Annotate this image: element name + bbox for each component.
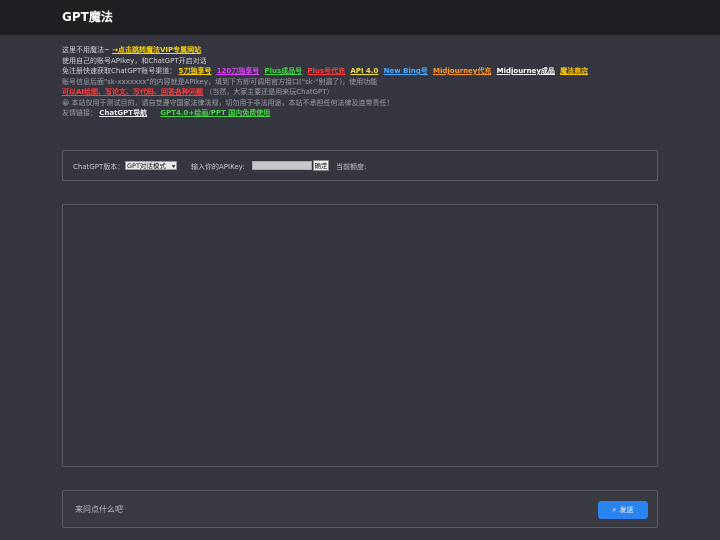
channels-prefix: 免注册快速获取ChatGPT账号渠道： — [62, 67, 177, 75]
channel-link-api4[interactable]: API 4.0 — [350, 67, 378, 75]
message-input[interactable] — [75, 505, 475, 514]
features-rest: （当然，大家主要还是用来玩ChatGPT） — [205, 88, 334, 96]
channel-link-5-dollar[interactable]: 5刀独享号 — [179, 67, 212, 75]
vip-site-link[interactable]: →点击跳转魔法VIP专属网站 — [112, 46, 201, 54]
notice-line-apikey-help: 账号信息后面"sk-xxxxxxx"的内容就是APIkey，填到下方即可调用官方… — [62, 77, 378, 86]
chat-history-area[interactable] — [62, 204, 658, 467]
gpt4-free-link[interactable]: GPT4.0+绘画/PPT 国内免费使用 — [160, 109, 270, 117]
channel-link-midjourney-recharge[interactable]: Midjourney代充 — [433, 67, 491, 75]
top-bar: GPT魔法 — [0, 0, 720, 35]
chevron-down-icon: ▾ — [171, 163, 175, 170]
channel-link-plus-account[interactable]: Plus成品号 — [264, 67, 302, 75]
notice-line-vip: 这里不用魔法~ →点击跳转魔法VIP专属网站 — [62, 45, 662, 56]
send-button[interactable]: ⌕ 发送 — [598, 501, 648, 519]
notice-prefix: 这里不用魔法~ — [62, 46, 110, 54]
channel-link-120-dollar[interactable]: 120刀独享号 — [217, 67, 260, 75]
features-highlight[interactable]: 可以AI绘图、写论文、写代码、回答各种问题 — [62, 88, 203, 96]
version-select-value: GPT对话模式 — [127, 162, 166, 170]
config-panel: ChatGPT版本： GPT对话模式 ▾ 输入你的APIKey: 确定 当前额度… — [62, 150, 658, 181]
chatgpt-nav-link[interactable]: ChatGPT导航 — [99, 109, 147, 117]
apikey-input[interactable] — [252, 161, 312, 170]
channel-link-magic-store[interactable]: 魔法商店 — [560, 67, 588, 75]
channel-link-midjourney-account[interactable]: Midjourney成品 — [497, 67, 555, 75]
send-icon: ⌕ — [612, 506, 617, 514]
notice-line-usage: 使用自己的账号APIkey，和ChatGPT开启对话 — [62, 56, 207, 65]
site-title[interactable]: GPT魔法 — [62, 8, 113, 25]
quota-label: 当前额度: — [336, 163, 367, 171]
notice-line-channels: 免注册快速获取ChatGPT账号渠道： 5刀独享号 120刀独享号 Plus成品… — [62, 66, 662, 77]
notice-panel: 这里不用魔法~ →点击跳转魔法VIP专属网站 使用自己的账号APIkey，和Ch… — [62, 45, 662, 119]
composer-bar: ⌕发送 — [62, 490, 658, 528]
channel-link-plus-recharge[interactable]: Plus号代充 — [307, 67, 345, 75]
confirm-button[interactable]: 确定 — [313, 160, 329, 171]
send-button-label: 发送 — [619, 506, 634, 514]
notice-line-features: 可以AI绘图、写论文、写代码、回答各种问题 （当然，大家主要还是用来玩ChatG… — [62, 87, 662, 98]
version-select[interactable]: GPT对话模式 ▾ — [125, 161, 177, 170]
friend-links-prefix: 友情链接： — [62, 109, 97, 117]
notice-line-friend-links: 友情链接： ChatGPT导航 GPT4.0+绘画/PPT 国内免费使用 — [62, 108, 662, 119]
apikey-label: 输入你的APIKey: — [191, 163, 245, 171]
notice-line-disclaimer: 😀 本站仅用于测试目的，请自觉遵守国家法律法规，切勿用于非法用途，本站不承担任何… — [62, 98, 394, 107]
channel-link-new-bing[interactable]: New Bing号 — [384, 67, 428, 75]
version-label: ChatGPT版本： — [73, 163, 125, 171]
